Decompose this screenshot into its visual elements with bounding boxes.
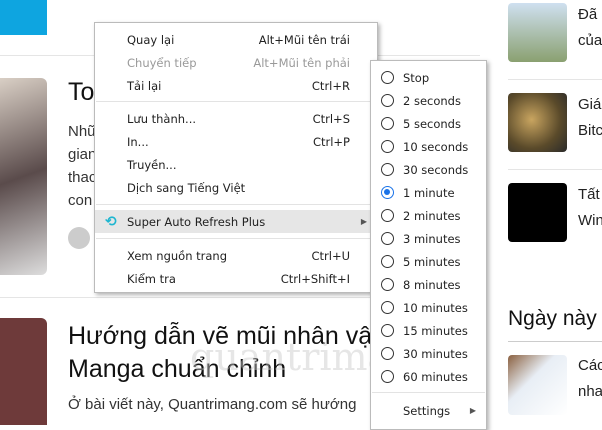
excerpt-line: thac: [68, 169, 97, 186]
divider: [508, 79, 602, 80]
radio-button[interactable]: [381, 301, 394, 314]
refresh-clock-icon: ⟲: [105, 213, 117, 230]
menu-item-cast[interactable]: Truyền...: [95, 153, 377, 176]
excerpt-line: gian: [68, 146, 97, 163]
interval-option[interactable]: 2 minutes: [371, 204, 486, 227]
refresh-interval-submenu: Settings ▶ Stop 2 seconds 5 seconds 10 seco…: [370, 60, 487, 430]
sidebar-item-title[interactable]: Tất Win: [578, 182, 602, 234]
excerpt-line: con: [68, 192, 93, 209]
divider: [0, 297, 370, 298]
interval-option[interactable]: 10 seconds: [371, 135, 486, 158]
menu-item-print[interactable]: In... Ctrl+P: [95, 130, 377, 153]
article-excerpt: Ở bài viết này, Quantrimang.com sẽ hướng: [68, 396, 357, 413]
interval-option[interactable]: 10 minutes: [371, 296, 486, 319]
radio-button[interactable]: [381, 117, 394, 130]
divider: [508, 169, 602, 170]
menu-separator: [372, 392, 485, 393]
article-title[interactable]: To: [68, 78, 94, 107]
sidebar-item-title[interactable]: Các nha: [578, 353, 602, 405]
interval-label: 5 minutes: [403, 254, 461, 269]
interval-label: 30 minutes: [403, 346, 468, 361]
interval-label: 8 minutes: [403, 277, 461, 292]
radio-button[interactable]: [381, 324, 394, 337]
radio-button[interactable]: [381, 163, 394, 176]
menu-separator: [96, 204, 376, 205]
interval-label: 30 seconds: [403, 162, 469, 177]
radio-button[interactable]: [381, 186, 394, 199]
interval-label: 15 minutes: [403, 323, 468, 338]
menu-item-reload[interactable]: Tải lại Ctrl+R: [95, 74, 377, 97]
interval-label: 3 minutes: [403, 231, 461, 246]
sidebar-thumbnail[interactable]: [508, 183, 567, 242]
radio-button[interactable]: [381, 232, 394, 245]
menu-separator: [96, 101, 376, 102]
submenu-arrow-icon: ▶: [469, 406, 476, 415]
radio-button[interactable]: [381, 140, 394, 153]
radio-button[interactable]: [381, 278, 394, 291]
interval-option[interactable]: 30 minutes: [371, 342, 486, 365]
interval-option[interactable]: 5 seconds: [371, 112, 486, 135]
submenu-arrow-icon: ▶: [360, 217, 367, 226]
interval-label: Stop: [403, 70, 430, 85]
menu-item-super-auto-refresh[interactable]: ⟲ Super Auto Refresh Plus ▶: [95, 210, 377, 233]
radio-button[interactable]: [381, 255, 394, 268]
interval-option[interactable]: 1 minute: [371, 181, 486, 204]
interval-label: 10 minutes: [403, 300, 468, 315]
sidebar-thumbnail[interactable]: [508, 3, 567, 62]
submenu-settings[interactable]: Settings ▶: [371, 399, 486, 422]
menu-separator: [96, 238, 376, 239]
interval-label: 5 seconds: [403, 116, 461, 131]
menu-item-save-as[interactable]: Lưu thành... Ctrl+S: [95, 107, 377, 130]
section-title: Ngày này: [508, 307, 597, 330]
interval-option[interactable]: 30 seconds: [371, 158, 486, 181]
radio-button[interactable]: [381, 370, 394, 383]
menu-item-inspect[interactable]: Kiểm tra Ctrl+Shift+I: [95, 267, 377, 290]
author-avatar[interactable]: [68, 227, 90, 249]
interval-option[interactable]: 5 minutes: [371, 250, 486, 273]
interval-option[interactable]: 3 minutes: [371, 227, 486, 250]
radio-button[interactable]: [381, 347, 394, 360]
interval-label: 10 seconds: [403, 139, 469, 154]
interval-option[interactable]: 15 minutes: [371, 319, 486, 342]
menu-item-back[interactable]: Quay lại Alt+Mũi tên trái: [95, 28, 377, 51]
site-logo[interactable]: [0, 0, 47, 35]
menu-item-view-source[interactable]: Xem nguồn trang Ctrl+U: [95, 244, 377, 267]
menu-item-translate[interactable]: Dịch sang Tiếng Việt: [95, 176, 377, 199]
sidebar-item-title[interactable]: Đã của: [578, 2, 602, 54]
interval-label: 2 minutes: [403, 208, 461, 223]
article-thumbnail[interactable]: [0, 318, 47, 425]
sidebar-item-title[interactable]: Giá Bitc: [578, 92, 602, 144]
interval-option[interactable]: 8 minutes: [371, 273, 486, 296]
radio-button[interactable]: [381, 71, 394, 84]
article-excerpt: Nhữ gian thac con: [68, 120, 97, 212]
interval-label: 2 seconds: [403, 93, 461, 108]
sidebar-thumbnail[interactable]: [508, 93, 567, 152]
interval-label: 60 minutes: [403, 369, 468, 384]
interval-label: 1 minute: [403, 185, 455, 200]
radio-button[interactable]: [381, 94, 394, 107]
sidebar-thumbnail[interactable]: [508, 355, 567, 415]
context-menu: Quay lại Alt+Mũi tên trái Chuyển tiếp Alt+…: [94, 22, 378, 293]
excerpt-line: Nhữ: [68, 123, 98, 140]
interval-option[interactable]: 60 minutes: [371, 365, 486, 388]
article-thumbnail[interactable]: [0, 78, 47, 275]
interval-option[interactable]: Stop: [371, 66, 486, 89]
divider: [508, 341, 602, 342]
menu-item-forward: Chuyển tiếp Alt+Mũi tên phải: [127, 55, 350, 70]
interval-option[interactable]: 2 seconds: [371, 89, 486, 112]
radio-button[interactable]: [381, 209, 394, 222]
